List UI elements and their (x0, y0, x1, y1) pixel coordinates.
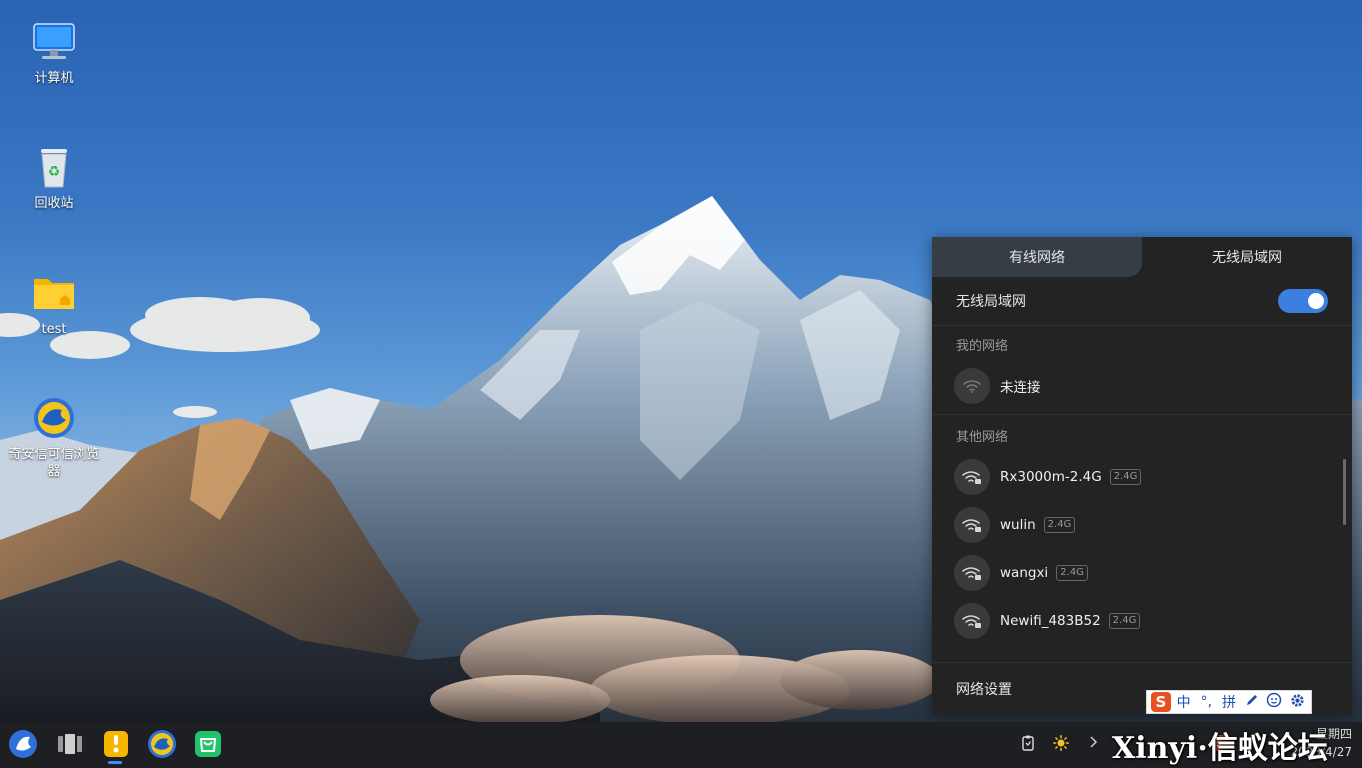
ime-toolbar: S 中 °, 拼 (1146, 690, 1312, 714)
app-store-icon[interactable] (193, 729, 223, 759)
network-panel: 有线网络 无线局域网 无线局域网 我的网络 未连接 其他网络 Rx3000m-2… (932, 237, 1352, 714)
network-item-not-connected[interactable]: 未连接 (932, 362, 1352, 410)
network-name: 未连接 (1000, 380, 1041, 396)
network-tabs: 有线网络 无线局域网 (932, 237, 1352, 277)
network-name: Newifi_483B52 (1000, 613, 1101, 629)
wifi-toggle-label: 无线局域网 (956, 294, 1026, 310)
wifi-icon (954, 368, 990, 404)
file-manager-icon[interactable] (101, 729, 131, 759)
computer-icon (32, 20, 76, 64)
desktop-icon-label: test (41, 322, 67, 337)
browser-icon (32, 396, 76, 440)
network-item[interactable]: Newifi_483B52 2.4G (932, 597, 1352, 645)
wifi-toggle-row: 无线局域网 (932, 277, 1352, 326)
desktop-icon-label: 奇安信可信浏览器 (8, 447, 100, 479)
desktop-icon-recycle-bin[interactable]: ♻ 回收站 (4, 145, 104, 212)
start-menu-icon[interactable] (8, 729, 38, 759)
wifi-lock-icon (954, 507, 990, 543)
wifi-lock-icon (954, 555, 990, 591)
panel-scrollbar[interactable] (1343, 459, 1346, 525)
ime-language-toggle[interactable]: 中 (1174, 692, 1194, 712)
band-badge: 2.4G (1043, 517, 1076, 533)
network-name: Rx3000m-2.4G (1000, 469, 1102, 485)
tab-wired-network[interactable]: 有线网络 (932, 237, 1142, 277)
network-name: wangxi (1000, 565, 1049, 581)
band-badge: 2.4G (1056, 565, 1088, 581)
wifi-toggle-switch[interactable] (1278, 289, 1328, 313)
ime-pinyin-mode[interactable]: 拼 (1219, 692, 1239, 712)
recycle-bin-icon: ♻ (32, 145, 76, 189)
tab-wireless-lan[interactable]: 无线局域网 (1142, 237, 1352, 277)
browser-icon[interactable] (147, 729, 177, 759)
desktop-icon-folder-test[interactable]: test (4, 271, 104, 338)
clipboard-icon[interactable] (1021, 735, 1035, 755)
gear-icon[interactable] (1287, 693, 1307, 712)
network-name: wulin (1000, 517, 1036, 533)
chevron-right-icon[interactable] (1088, 735, 1098, 753)
face-icon[interactable] (1265, 692, 1285, 712)
multitask-view-icon[interactable] (55, 729, 85, 759)
desktop-icon-browser[interactable]: 奇安信可信浏览器 (4, 396, 104, 480)
desktop-icon-computer[interactable]: 计算机 (4, 20, 104, 87)
my-networks-label: 我的网络 (956, 338, 1009, 354)
band-badge: 2.4G (1108, 613, 1141, 629)
pen-icon[interactable] (1242, 693, 1262, 711)
active-app-indicator (108, 761, 122, 764)
network-item[interactable]: wulin 2.4G (932, 501, 1352, 549)
ime-logo[interactable]: S (1151, 692, 1171, 712)
wifi-lock-icon (954, 603, 990, 639)
network-item[interactable]: Rx3000m-2.4G 2.4G (932, 453, 1352, 501)
toggle-knob (1308, 293, 1324, 309)
divider (932, 414, 1352, 415)
folder-icon (32, 271, 76, 315)
svg-text:♻: ♻ (48, 164, 61, 180)
network-item[interactable]: wangxi 2.4G (932, 549, 1352, 597)
other-networks-label: 其他网络 (956, 429, 1009, 445)
desktop-icon-label: 计算机 (34, 71, 74, 86)
ime-punctuation-toggle[interactable]: °, (1196, 694, 1216, 710)
desktop-icon-label: 回收站 (34, 196, 74, 211)
band-badge: 2.4G (1109, 469, 1142, 485)
wifi-lock-icon (954, 459, 990, 495)
watermark-text: Xinyi·信蚁论坛 (1112, 731, 1328, 766)
brightness-icon[interactable] (1053, 735, 1069, 755)
